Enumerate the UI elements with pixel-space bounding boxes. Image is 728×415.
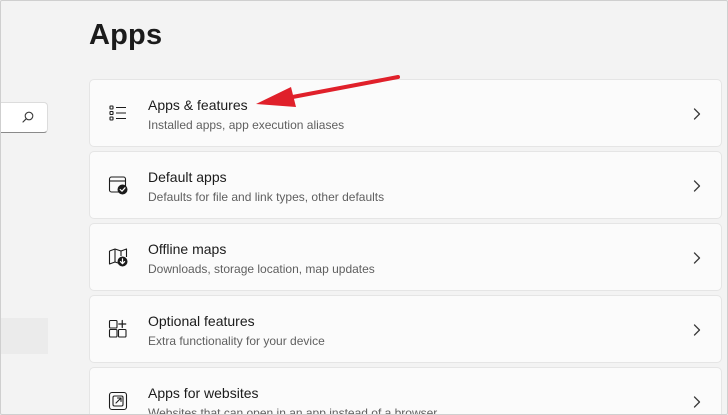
card-title: Offline maps (148, 241, 227, 257)
card-title: Optional features (148, 313, 255, 329)
card-title: Apps & features (148, 97, 248, 113)
card-description: Downloads, storage location, map updates (148, 262, 375, 276)
card-description: Installed apps, app execution aliases (148, 118, 345, 132)
card-title: Apps for websites (148, 385, 259, 401)
search-icon (22, 111, 34, 123)
card-apps-features[interactable]: Apps & features Installed apps, app exec… (89, 79, 722, 147)
card-title: Default apps (148, 169, 227, 185)
chevron-right-icon (693, 396, 701, 408)
apps-for-websites-icon (108, 391, 128, 411)
card-apps-for-websites[interactable]: Apps for websites Websites that can open… (89, 367, 722, 415)
card-optional-features[interactable]: Optional features Extra functionality fo… (89, 295, 722, 363)
offline-maps-icon (108, 248, 128, 267)
card-offline-maps[interactable]: Offline maps Downloads, storage location… (89, 223, 722, 291)
chevron-right-icon (693, 180, 701, 192)
search-input[interactable] (1, 102, 48, 133)
page-title: Apps (89, 19, 163, 51)
card-default-apps[interactable]: Default apps Defaults for file and link … (89, 151, 722, 219)
apps-features-list-icon (109, 105, 126, 121)
default-apps-icon (108, 176, 128, 195)
chevron-right-icon (693, 252, 701, 264)
card-description: Websites that can open in an app instead… (148, 406, 438, 415)
chevron-right-icon (693, 108, 701, 120)
optional-features-icon (108, 319, 127, 338)
sidebar-hover-highlight (1, 318, 48, 354)
card-description: Defaults for file and link types, other … (148, 190, 385, 204)
settings-window: Apps Apps & features Installed apps, app… (0, 0, 728, 415)
card-description: Extra functionality for your device (148, 334, 325, 348)
chevron-right-icon (693, 324, 701, 336)
